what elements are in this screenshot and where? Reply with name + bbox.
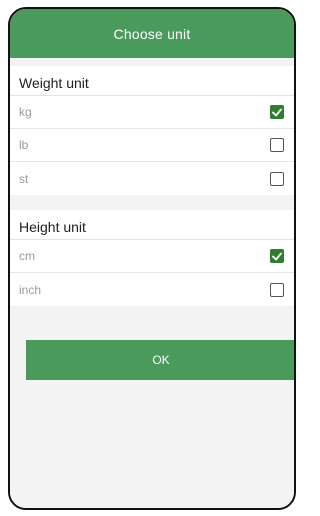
height-section-title: Height unit [10,210,294,240]
option-cm[interactable]: cm [10,240,294,273]
ok-button[interactable]: OK [26,340,294,380]
option-label-inch: inch [19,282,42,297]
option-lb[interactable]: lb [10,129,294,162]
checkbox-empty-icon[interactable] [270,138,284,152]
dialog-header: Choose unit [10,9,294,58]
weight-section-title: Weight unit [10,66,294,96]
checkbox-checked-icon[interactable] [270,105,284,119]
option-inch[interactable]: inch [10,273,294,306]
checkbox-checked-icon[interactable] [270,249,284,263]
checkbox-empty-icon[interactable] [270,171,284,186]
button-area: OK [10,306,294,508]
dialog-title: Choose unit [113,25,191,42]
option-label-lb: lb [19,138,29,152]
option-kg[interactable]: kg [10,96,294,129]
section-gap [10,58,294,66]
option-label-st: st [19,171,29,186]
unit-dialog: Choose unit Weight unit kg lb st Height … [8,7,296,510]
checkbox-empty-icon[interactable] [270,282,284,297]
section-gap [10,195,294,210]
option-st[interactable]: st [10,162,294,195]
option-label-cm: cm [19,249,35,263]
option-label-kg: kg [19,105,32,119]
